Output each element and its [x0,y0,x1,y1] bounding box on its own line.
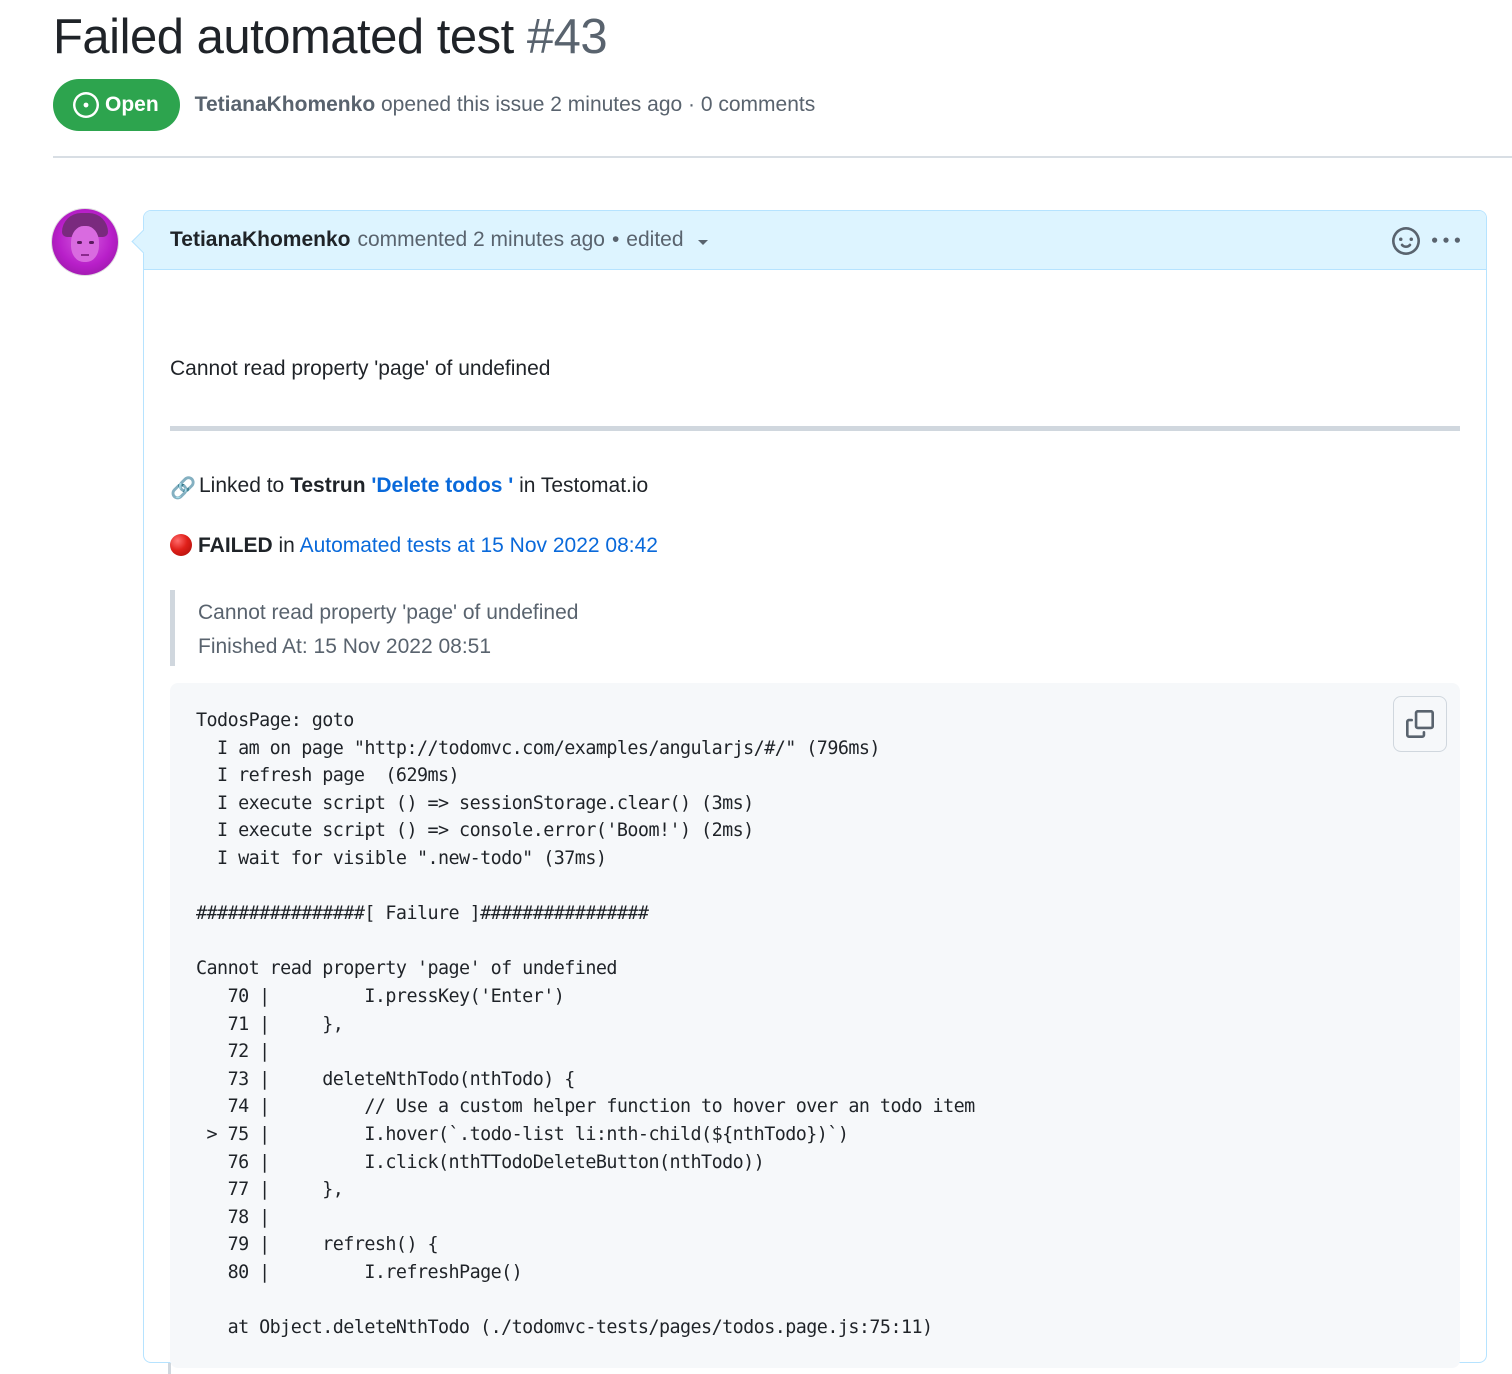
linked-suffix: in Testomat.io [519,474,649,497]
issue-meta: Open TetianaKhomenko opened this issue 2… [53,79,815,131]
code-line: 71 | }, [227,1013,344,1035]
code-line: 72 | [227,1041,271,1063]
issue-title-text: Failed automated test [53,10,514,64]
red-circle-icon [170,534,192,556]
code-line: 80 | I.refreshPage() [227,1261,523,1283]
copy-button[interactable] [1393,696,1447,752]
code-line: 77 | }, [227,1179,344,1201]
comment-card: TetianaKhomenko commented 2 minutes ago … [143,210,1487,1368]
issue-author-link[interactable]: TetianaKhomenko [195,93,375,116]
comment-intro: Cannot read property 'page' of undefined [170,357,551,380]
code-line: Cannot read property 'page' of undefined [196,958,617,980]
header-divider [53,156,1512,158]
linked-testrun-line: 🔗 Linked to Testrun 'Delete todos ' in Te… [170,474,648,501]
code-content: TodosPage: goto I am on page "http://tod… [170,683,1460,1366]
code-line: I wait for visible ".new-todo" (37ms) [217,847,607,869]
code-line: 76 | I.click(nthTTodoDeleteButton(nthTod… [227,1151,765,1173]
edited-dropdown[interactable]: edited [626,228,708,252]
code-block: TodosPage: goto I am on page "http://tod… [170,683,1460,1368]
kebab-horizontal-icon [1432,237,1460,243]
timeline-line [168,1363,171,1374]
caret-down-icon [697,239,708,245]
code-line: I refresh page (629ms) [217,765,460,787]
quote-line: Cannot read property 'page' of undefined [198,601,579,624]
code-line: 74 | // Use a custom helper function to … [227,1096,976,1118]
failed-in: in [278,534,295,557]
code-line: at Object.deleteNthTodo (./todomvc-tests… [196,1317,934,1339]
comment-actions [1392,211,1460,270]
code-line: ################[ Failure ]#############… [196,903,649,925]
issue-meta-text: TetianaKhomenko opened this issue 2 minu… [195,93,816,117]
copy-icon [1406,710,1434,738]
quote-line: Finished At: 15 Nov 2022 08:51 [198,635,492,658]
code-line: 73 | deleteNthTodo(nthTodo) { [227,1068,576,1090]
comment-author-link[interactable]: TetianaKhomenko [170,228,350,252]
code-line: TodosPage: goto [196,710,354,731]
code-line: I execute script () => sessionStorage.cl… [217,792,754,814]
testrun-link[interactable]: 'Delete todos ' [371,474,513,497]
add-reaction-button[interactable] [1392,226,1420,255]
linked-prefix: Linked to [199,474,285,497]
comment-header: TetianaKhomenko commented 2 minutes ago … [144,211,1486,270]
horizontal-rule [170,426,1460,431]
linked-bold: Testrun [290,474,366,497]
separator: • [611,228,620,251]
failed-line: FAILED in Automated tests at 15 Nov 2022… [170,534,658,558]
code-line: 78 | [227,1206,271,1228]
smiley-icon [1392,226,1420,255]
comment-options-button[interactable] [1432,227,1460,255]
state-badge: Open [53,79,180,131]
failed-label: FAILED [198,534,273,557]
code-line: I execute script () => console.error('Bo… [217,820,754,842]
code-line: I am on page "http://todomvc.com/example… [217,737,880,759]
issue-opened-icon [73,92,99,118]
code-line: > 75 | I.hover(`.todo-list li:nth-child(… [206,1123,849,1145]
issue-opened-text: opened this issue 2 minutes ago · 0 comm… [380,93,816,116]
edited-label: edited [626,228,684,251]
comment-timestamp[interactable]: commented 2 minutes ago [357,228,604,252]
code-line: 79 | refresh() { [227,1234,439,1256]
code-line: 70 | I.pressKey('Enter') [227,985,565,1007]
issue-title: Failed automated test #43 [53,6,608,68]
link-icon: 🔗 [170,477,197,500]
avatar[interactable] [52,209,118,275]
state-label: Open [105,93,159,116]
automated-tests-link[interactable]: Automated tests at 15 Nov 2022 08:42 [300,534,658,557]
failure-quote: Cannot read property 'page' of undefined… [170,590,1460,666]
issue-number: #43 [526,10,608,64]
